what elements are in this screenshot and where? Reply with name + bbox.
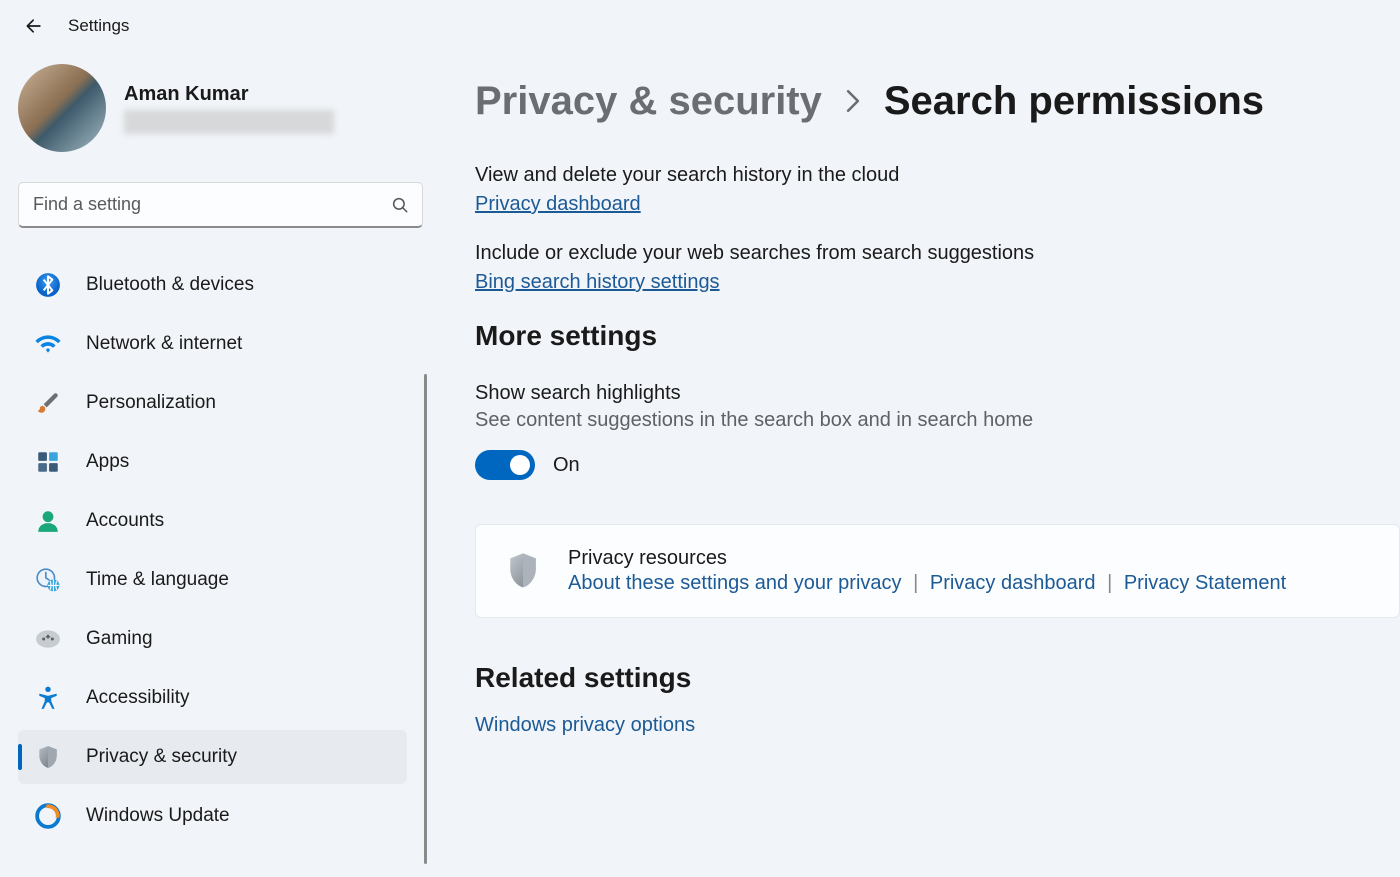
toggle-state-label: On (553, 454, 580, 477)
bing-search-history-link[interactable]: Bing search history settings (475, 271, 720, 293)
breadcrumb: Privacy & security Search permissions (475, 79, 1400, 124)
sidebar-item-time-language[interactable]: Time & language (18, 553, 407, 607)
sidebar-scrollbar[interactable] (424, 374, 427, 864)
search-input[interactable] (18, 182, 423, 228)
bluetooth-icon (34, 271, 62, 299)
search-highlights-desc: See content suggestions in the search bo… (475, 409, 1400, 432)
user-account-row[interactable]: Aman Kumar (18, 64, 435, 152)
windows-privacy-options-link[interactable]: Windows privacy options (475, 714, 695, 736)
avatar (18, 64, 106, 152)
separator: | (907, 572, 924, 594)
sidebar-item-label: Bluetooth & devices (86, 274, 254, 296)
user-name: Aman Kumar (124, 83, 334, 106)
breadcrumb-parent[interactable]: Privacy & security (475, 79, 822, 124)
sidebar-item-windows-update[interactable]: Windows Update (18, 789, 407, 843)
sidebar-item-label: Accessibility (86, 687, 189, 709)
sidebar-item-accessibility[interactable]: Accessibility (18, 671, 407, 725)
more-settings-heading: More settings (475, 320, 1400, 352)
main-content: Privacy & security Search permissions Vi… (435, 44, 1400, 871)
sidebar-item-label: Apps (86, 451, 129, 473)
sidebar-item-personalization[interactable]: Personalization (18, 376, 407, 430)
sidebar-item-label: Accounts (86, 510, 164, 532)
sidebar-item-label: Time & language (86, 569, 229, 591)
sidebar-item-label: Windows Update (86, 805, 230, 827)
privacy-dashboard-link-2[interactable]: Privacy dashboard (930, 572, 1096, 594)
privacy-dashboard-link[interactable]: Privacy dashboard (475, 193, 641, 215)
search-icon (391, 196, 409, 214)
brush-icon (34, 389, 62, 417)
about-settings-link[interactable]: About these settings and your privacy (568, 572, 902, 594)
sidebar-item-label: Gaming (86, 628, 153, 650)
clock-globe-icon (34, 566, 62, 594)
gaming-icon (34, 625, 62, 653)
page-title: Search permissions (884, 79, 1264, 124)
privacy-statement-link[interactable]: Privacy Statement (1124, 572, 1286, 594)
accessibility-icon (34, 684, 62, 712)
shield-icon (506, 552, 540, 590)
sidebar-item-network-internet[interactable]: Network & internet (18, 317, 407, 371)
separator: | (1101, 572, 1118, 594)
sidebar-item-label: Personalization (86, 392, 216, 414)
sidebar-item-apps[interactable]: Apps (18, 435, 407, 489)
app-title: Settings (68, 16, 129, 36)
person-icon (34, 507, 62, 535)
sidebar-item-privacy-security[interactable]: Privacy & security (18, 730, 407, 784)
privacy-resources-card: Privacy resources About these settings a… (475, 524, 1400, 618)
back-button[interactable] (24, 16, 44, 36)
sidebar-item-label: Privacy & security (86, 746, 237, 768)
sidebar-item-label: Network & internet (86, 333, 242, 355)
related-settings-heading: Related settings (475, 662, 1400, 694)
search-highlights-toggle[interactable] (475, 450, 535, 480)
bing-exclude-text: Include or exclude your web searches fro… (475, 242, 1400, 265)
search-highlights-title: Show search highlights (475, 382, 1400, 405)
arrow-left-icon (24, 16, 44, 36)
chevron-right-icon (844, 88, 862, 121)
cloud-history-text: View and delete your search history in t… (475, 164, 1400, 187)
apps-icon (34, 448, 62, 476)
sidebar-item-bluetooth-devices[interactable]: Bluetooth & devices (18, 258, 407, 312)
update-icon (34, 802, 62, 830)
wifi-icon (34, 330, 62, 358)
sidebar-item-accounts[interactable]: Accounts (18, 494, 407, 548)
shield-icon (34, 743, 62, 771)
sidebar: Aman Kumar Bluetooth & devices Networ (0, 44, 435, 871)
user-email-obscured (124, 110, 334, 134)
sidebar-item-gaming[interactable]: Gaming (18, 612, 407, 666)
privacy-resources-title: Privacy resources (568, 547, 1369, 570)
